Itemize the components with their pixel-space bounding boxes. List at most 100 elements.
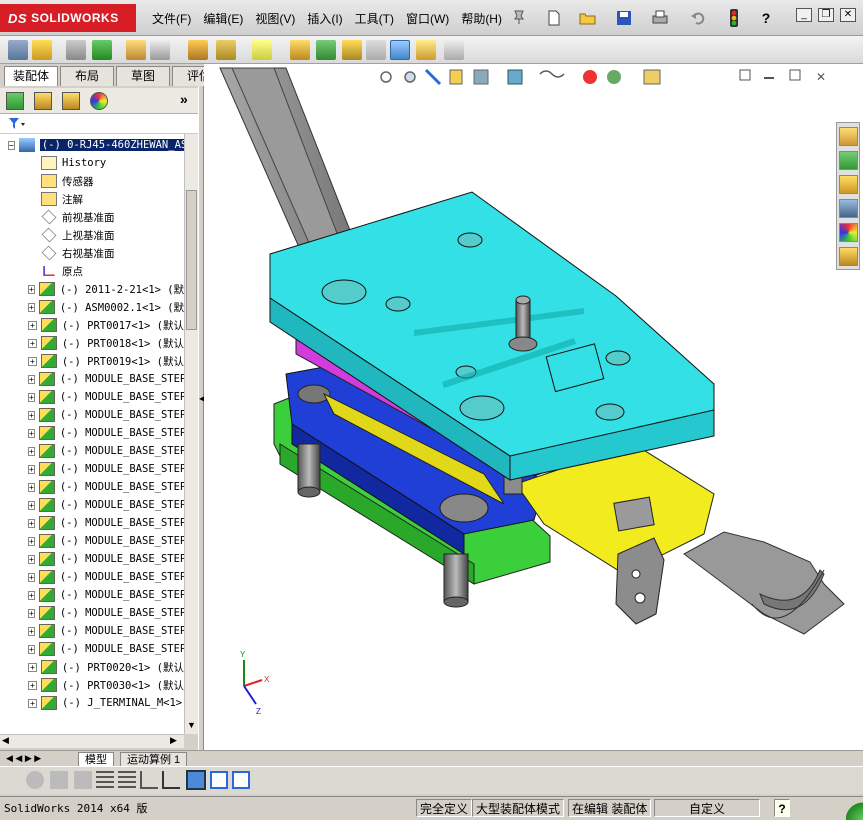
section-view-icon[interactable] — [449, 69, 463, 85]
expand-toggle-icon[interactable]: + — [28, 662, 37, 672]
view-palette-icon[interactable] — [839, 199, 858, 218]
zoom-to-area-icon[interactable] — [404, 71, 416, 83]
expand-toggle-icon[interactable]: + — [28, 644, 35, 654]
expand-toggle-icon[interactable]: + — [28, 410, 35, 420]
split-view-icon[interactable] — [232, 771, 250, 789]
units-status[interactable]: 自定义 — [654, 799, 760, 817]
save-icon[interactable] — [614, 8, 634, 28]
scroll-left-arrow-icon[interactable]: ◀ — [2, 735, 9, 746]
expand-toggle-icon[interactable]: + — [28, 464, 35, 474]
tree-component-item[interactable]: + (-) MODULE_BASE_STEP — [0, 478, 184, 496]
expand-toggle-icon[interactable]: + — [28, 374, 35, 384]
tree-component-item[interactable]: + (-) MODULE_BASE_STEP — [0, 424, 184, 442]
tree-component-item[interactable]: + (-) MODULE_BASE_STEP — [0, 514, 184, 532]
expand-toggle-icon[interactable]: + — [28, 482, 35, 492]
print-icon[interactable] — [650, 8, 670, 28]
tree-feature-item[interactable]: 原点 — [0, 262, 184, 280]
tree-component-item[interactable]: + (-) MODULE_BASE_STEP — [0, 496, 184, 514]
tree-component-item[interactable]: + (-) MODULE_BASE_STEP — [0, 622, 184, 640]
interference-detection-icon[interactable] — [390, 40, 410, 60]
insert-component-icon[interactable] — [8, 40, 28, 60]
tree-component-item[interactable]: + (-) PRT0030<1> (默认 — [0, 676, 184, 694]
tree-vertical-scrollbar[interactable]: ▼ — [184, 134, 198, 734]
expand-toggle-icon[interactable]: + — [28, 680, 37, 690]
instant3d-icon[interactable] — [444, 40, 464, 60]
property-manager-tab-icon[interactable] — [34, 92, 52, 110]
tab-sketch[interactable]: 草图 — [116, 66, 170, 86]
tree-filter-bar[interactable] — [0, 114, 198, 134]
menu-window[interactable]: 窗口(W) — [400, 10, 455, 27]
show-hidden-components-icon[interactable] — [188, 40, 208, 60]
tree-component-item[interactable]: + (-) 2011-2-21<1> (默 — [0, 280, 184, 298]
tree-component-item[interactable]: + (-) J_TERMINAL_M<1> — [0, 694, 184, 712]
expand-toggle-icon[interactable]: + — [28, 608, 35, 618]
exploded-view-icon[interactable] — [342, 40, 362, 60]
viewport-restore-icon[interactable] — [789, 69, 801, 81]
menu-edit[interactable]: 编辑(E) — [197, 10, 249, 27]
shaded-view-icon[interactable] — [186, 770, 206, 790]
align-icon[interactable] — [140, 771, 158, 789]
scrollbar-thumb[interactable] — [186, 190, 197, 330]
pin-icon[interactable] — [512, 9, 526, 28]
viewport-close-icon[interactable]: ✕ — [816, 70, 826, 84]
tree-feature-item[interactable]: 前视基准面 — [0, 208, 184, 226]
reference-geometry-icon[interactable] — [252, 40, 272, 60]
appearances-icon[interactable] — [839, 223, 858, 242]
tree-component-item[interactable]: + (-) MODULE_BASE_STEP — [0, 442, 184, 460]
file-explorer-icon[interactable] — [839, 175, 858, 194]
tree-component-item[interactable]: + (-) MODULE_BASE_STEP — [0, 388, 184, 406]
status-help-icon[interactable]: ? — [774, 799, 790, 817]
feature-manager-tab-icon[interactable] — [6, 92, 24, 110]
tab-assembly[interactable]: 装配体 — [4, 66, 58, 86]
edit-appearance-icon[interactable] — [583, 70, 597, 84]
tab-layout[interactable]: 布局 — [60, 66, 114, 86]
tree-component-item[interactable]: + (-) MODULE_BASE_STEP — [0, 604, 184, 622]
view-orientation-icon[interactable] — [507, 69, 523, 85]
tree-component-item[interactable]: + (-) PRT0019<1> (默认 — [0, 352, 184, 370]
expand-toggle-icon[interactable]: + — [28, 320, 37, 330]
move-component-icon[interactable] — [150, 40, 170, 60]
tree-component-item[interactable]: + (-) MODULE_BASE_STEP — [0, 586, 184, 604]
tree-component-item[interactable]: + (-) MODULE_BASE_STEP — [0, 370, 184, 388]
new-document-icon[interactable] — [544, 8, 564, 28]
list-view-icon[interactable] — [96, 771, 114, 789]
view-tool-3-icon[interactable] — [74, 771, 92, 789]
clearance-verification-icon[interactable] — [416, 40, 436, 60]
undo-icon[interactable] — [688, 8, 708, 28]
tree-component-item[interactable]: + (-) PRT0020<1> (默认 — [0, 658, 184, 676]
new-motion-study-icon[interactable] — [290, 40, 310, 60]
collapse-toggle-icon[interactable]: − — [8, 140, 15, 150]
linear-pattern-icon[interactable] — [92, 40, 112, 60]
expand-toggle-icon[interactable]: + — [28, 392, 35, 402]
expand-toggle-icon[interactable]: + — [28, 302, 35, 312]
expand-toggle-icon[interactable]: + — [28, 572, 35, 582]
expand-toggle-icon[interactable]: + — [28, 536, 35, 546]
expand-chevron-icon[interactable]: » — [180, 91, 188, 107]
expand-toggle-icon[interactable]: + — [28, 284, 35, 294]
tree-component-item[interactable]: + (-) MODULE_BASE_STEP — [0, 640, 184, 658]
expand-toggle-icon[interactable]: + — [28, 590, 35, 600]
new-part-icon[interactable] — [32, 40, 52, 60]
design-library-icon[interactable] — [839, 151, 858, 170]
bill-of-materials-icon[interactable] — [316, 40, 336, 60]
solidworks-resources-icon[interactable] — [839, 127, 858, 146]
tree-feature-item[interactable]: 传感器 — [0, 172, 184, 190]
menu-file[interactable]: 文件(F) — [146, 10, 197, 27]
custom-properties-icon[interactable] — [839, 247, 858, 266]
expand-toggle-icon[interactable]: + — [28, 338, 37, 348]
filter-icon[interactable] — [8, 117, 26, 131]
expand-toggle-icon[interactable]: + — [28, 518, 35, 528]
menu-tools[interactable]: 工具(T) — [349, 10, 400, 27]
scroll-right-arrow-icon[interactable]: ▶ — [170, 735, 177, 746]
tree-horizontal-scrollbar[interactable]: ◀ ▶ — [0, 734, 184, 748]
scroll-down-arrow-icon[interactable]: ▼ — [187, 720, 196, 730]
menu-insert[interactable]: 插入(I) — [301, 10, 348, 27]
viewport-split-icon[interactable] — [739, 69, 751, 81]
assembly-model[interactable]: ✕ Y X Z — [204, 64, 863, 750]
tree-component-item[interactable]: + (-) MODULE_BASE_STEP — [0, 550, 184, 568]
chart-view-icon[interactable] — [162, 771, 180, 789]
rebuild-traffic-light-icon[interactable] — [724, 8, 744, 28]
view-tool-1-icon[interactable] — [26, 771, 44, 789]
smart-fasteners-icon[interactable] — [126, 40, 146, 60]
tree-component-item[interactable]: + (-) MODULE_BASE_STEP — [0, 406, 184, 424]
